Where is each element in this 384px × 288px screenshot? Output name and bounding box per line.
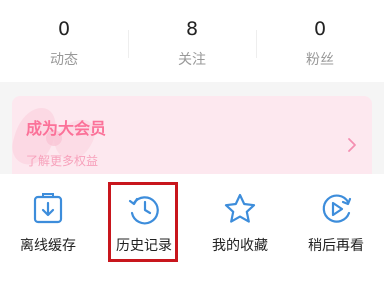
star-icon (224, 193, 256, 223)
tool-label: 离线缓存 (20, 238, 76, 254)
stat-value: 8 (185, 18, 199, 40)
tool-label: 稍后再看 (308, 238, 364, 254)
stat-followers[interactable]: 0 粉丝 (256, 0, 384, 82)
stat-label: 关注 (178, 52, 206, 68)
tool-watch-later[interactable]: 稍后再看 (288, 174, 384, 288)
vip-title: 成为大会员 (26, 119, 107, 138)
vip-section: 成为大会员 了解更多权益 (0, 82, 384, 174)
stat-dynamic[interactable]: 0 动态 (0, 0, 128, 82)
vip-subtitle: 了解更多权益 (26, 154, 99, 168)
highlight-box (108, 182, 178, 262)
stat-value: 0 (57, 18, 71, 40)
download-box-icon (33, 193, 63, 224)
tools-panel: 离线缓存 历史记录 我的收藏 稍后再看 (0, 174, 384, 288)
stat-label: 动态 (50, 52, 78, 68)
stat-label: 粉丝 (306, 52, 334, 68)
stat-value: 0 (313, 18, 327, 40)
vip-banner[interactable]: 成为大会员 了解更多权益 (12, 96, 372, 174)
tool-offline-cache[interactable]: 离线缓存 (0, 174, 96, 288)
play-later-icon (322, 194, 352, 223)
stat-following[interactable]: 8 关注 (128, 0, 256, 82)
tool-label: 我的收藏 (212, 238, 268, 254)
stats-bar: 0 动态 8 关注 0 粉丝 (0, 0, 384, 82)
chevron-right-icon (348, 138, 356, 152)
tool-favorites[interactable]: 我的收藏 (192, 174, 288, 288)
